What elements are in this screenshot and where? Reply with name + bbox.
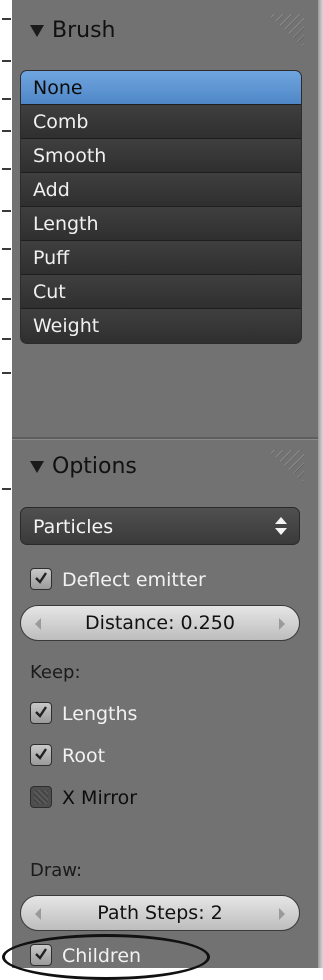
checkbox-icon[interactable] [30,944,52,966]
collapse-triangle-icon [30,461,44,473]
lengths-label: Lengths [62,703,138,725]
options-section-header[interactable]: Options [12,444,318,490]
collapse-triangle-icon [30,25,44,37]
brush-item-weight[interactable]: Weight [21,309,301,343]
brush-item-length[interactable]: Length [21,207,301,241]
properties-panel: Brush None Comb Smooth Add Length Puff C… [12,0,319,968]
keep-label: Keep: [30,662,81,683]
brush-item-none[interactable]: None [21,71,301,105]
root-label: Root [62,745,106,767]
distance-value: Distance: 0.250 [85,612,235,634]
brush-item-smooth[interactable]: Smooth [21,139,301,173]
brush-section-title: Brush [52,18,116,43]
x-mirror-label: X Mirror [62,787,138,809]
path-steps-field[interactable]: Path Steps: 2 [20,895,300,931]
brush-section-header[interactable]: Brush [12,8,318,54]
mode-dropdown-value: Particles [33,516,114,538]
increment-arrow-icon[interactable] [279,908,285,920]
checkbox-icon[interactable] [30,786,52,808]
brush-item-puff[interactable]: Puff [21,241,301,275]
decrement-arrow-icon[interactable] [35,618,41,630]
checkbox-icon[interactable] [30,568,52,590]
section-divider [12,437,318,440]
draw-label: Draw: [30,860,83,881]
drag-grip-icon[interactable] [268,14,304,48]
left-margin [0,0,12,968]
panel-scroll-edge[interactable] [318,0,323,968]
deflect-emitter-label: Deflect emitter [62,569,206,591]
checkbox-icon[interactable] [30,702,52,724]
brush-list: None Comb Smooth Add Length Puff Cut Wei… [20,70,302,344]
path-steps-value: Path Steps: 2 [97,902,223,924]
decrement-arrow-icon[interactable] [35,908,41,920]
distance-field[interactable]: Distance: 0.250 [20,605,300,641]
brush-item-comb[interactable]: Comb [21,105,301,139]
brush-item-cut[interactable]: Cut [21,275,301,309]
brush-item-add[interactable]: Add [21,173,301,207]
up-down-arrows-icon [275,517,287,537]
mode-dropdown[interactable]: Particles [20,507,300,545]
options-section-title: Options [52,454,137,479]
checkbox-icon[interactable] [30,744,52,766]
drag-grip-icon[interactable] [268,450,304,484]
increment-arrow-icon[interactable] [279,618,285,630]
children-label: Children [62,945,142,967]
